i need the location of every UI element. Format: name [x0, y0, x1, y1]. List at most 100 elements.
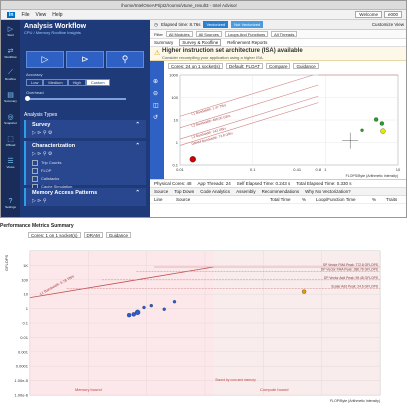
slider-handle[interactable] [25, 96, 30, 101]
col-loop-time[interactable]: Loop/Function Time [316, 197, 368, 202]
menu-bar: in File View Help Welcome e000 [1, 10, 406, 20]
side-tool-icon: ⊕ [153, 79, 158, 85]
check-flop[interactable]: FLOP [26, 167, 146, 175]
guidance-dropdown[interactable]: Guidance [293, 63, 319, 69]
data-point [162, 307, 166, 311]
filter-modules[interactable]: All Modules [165, 31, 193, 37]
accuracy-high[interactable]: High [67, 79, 86, 86]
source-grid-header: Line Source Total Time % Loop/Function T… [150, 196, 406, 204]
data-point [126, 313, 132, 318]
roofline-chart-top[interactable]: ⊕ ⊖ ◫ ↺ 1000 100 10 1 0.1 0.01 0.1 0.41 0.8 1 10 FLOPS/… [150, 61, 407, 179]
tab-summary[interactable]: Summary [154, 40, 173, 45]
tab-assembly[interactable]: Assembly [236, 189, 256, 194]
y-tick-label: 0.0001 [16, 364, 29, 369]
overhead-slider[interactable] [25, 96, 126, 101]
panel-survey[interactable]: Survey ⌃ ▷ ⊳ ⚲ ⚙ [24, 120, 146, 138]
col-traits[interactable]: Traits [386, 197, 397, 202]
panel-memory-access[interactable]: Memory Access Patterns ⌃ ▷ ⊳ ⚲ [24, 188, 146, 206]
col-total-time[interactable]: Total Time [270, 197, 298, 202]
physical-cores: Physical Cores: 48 [154, 181, 192, 186]
data-point [172, 300, 177, 304]
col-line[interactable]: Line [154, 197, 172, 202]
data-point [134, 309, 141, 315]
not-vectorized-tag[interactable]: Not Vectorized [231, 21, 264, 28]
check-callstacks[interactable]: Callstacks [26, 175, 146, 183]
rail-workflow[interactable]: ⇄ Workflow [1, 42, 20, 64]
panel-memory-access-actions[interactable]: ▷ ⊳ ⚲ [26, 198, 146, 206]
window-title: /home/IntelOneAPI/pt2/rooms/vtune_result… [121, 3, 238, 8]
filter-threads[interactable]: All Threads [271, 31, 298, 37]
compute-roof-label: Scalar Add Peak: 24.6 GFLOPS [331, 285, 379, 289]
command-line-button[interactable]: ⚲ [106, 51, 144, 68]
tab-why-no-vec[interactable]: Why No Vectorization? [305, 189, 351, 194]
vectorized-tag[interactable]: Vectorized [203, 21, 229, 28]
menu-file[interactable]: File [21, 12, 29, 18]
tab-refinement[interactable]: Refinement Reports [227, 40, 267, 45]
data-point [380, 128, 386, 134]
offload-icon: ⬚ [7, 136, 14, 143]
roofline-svg-top[interactable]: ⊕⊖◫↺10001001010.10.01 0.1 0.41 0.8 1 10FLOPS/… [150, 61, 407, 179]
x-tick-label: 0.1 [250, 167, 256, 172]
play-icon: ▷ [7, 26, 14, 33]
project-tab[interactable]: e000 [383, 11, 402, 18]
app-logo-icon: in [7, 11, 16, 18]
default-dropdown[interactable]: Default: FLOAT [226, 63, 263, 69]
workflow-subtitle: CPU / Memory Roofline Insights [24, 30, 81, 35]
x-tick-label: 0.01 [176, 167, 185, 172]
chevron-up-icon[interactable]: ⌃ [135, 190, 140, 196]
filter-loops[interactable]: Loops And Functions [224, 31, 269, 37]
y-tick-label: 0.001 [18, 349, 29, 354]
welcome-tab[interactable]: Welcome [355, 11, 382, 18]
filter-sources[interactable]: All Sources [195, 31, 222, 37]
col-pct[interactable]: % [302, 197, 312, 202]
side-tool-icon: ↺ [153, 114, 158, 121]
tab-survey-roofline[interactable]: Survey & Roofline [179, 39, 222, 46]
result-toolbar: ◷ Elapsed time: 8.76s Vectorized Not Vec… [150, 20, 406, 30]
x-tick-label: 10 [396, 167, 401, 172]
panel-characterization[interactable]: Characterization ⌃ ▷ ⊳ ⚲ ⚙ Trip Counts FL… [24, 141, 146, 189]
customize-view-button[interactable]: Customize View [372, 22, 404, 27]
panel-characterization-actions[interactable]: ▷ ⊳ ⚲ ⚙ [26, 151, 146, 159]
batch-run-button[interactable]: ⊳ [66, 51, 104, 68]
tab-source[interactable]: Source [154, 189, 168, 194]
rail-settings[interactable]: ? Settings [1, 192, 20, 214]
summary-icon: ▤ [7, 92, 14, 99]
chevron-up-icon[interactable]: ⌃ [135, 122, 140, 128]
panel-characterization-title: Characterization [32, 143, 76, 149]
y-tick-label: 1 [26, 306, 29, 311]
compare-dropdown[interactable]: Compare [265, 63, 291, 69]
rail-snapshot[interactable]: ◎ Snapshot [1, 108, 20, 130]
menu-help[interactable]: Help [52, 12, 62, 18]
rail-start[interactable]: ▷ Start [1, 20, 20, 42]
clock-icon: ◷ [154, 21, 158, 27]
side-tool-icon: ⊖ [153, 91, 158, 97]
tab-top-down[interactable]: Top Down [174, 189, 194, 194]
cores-dropdown[interactable]: Cores: 24 on 1 socket(s) [168, 63, 224, 69]
data-point [142, 305, 146, 310]
y-tick-label: 1.00e-5 [14, 378, 28, 383]
menu-view[interactable]: View [36, 12, 47, 18]
tab-code-analytics[interactable]: Code Analytics [200, 189, 230, 194]
col-pct2[interactable]: % [372, 197, 382, 202]
accuracy-medium[interactable]: Medium [43, 79, 68, 86]
perf-title: Performance Metrics Summary [0, 223, 74, 229]
chevron-up-icon[interactable]: ⌃ [135, 143, 140, 149]
roofline-svg-bottom[interactable]: 1K 100 10 1 0.1 0.01 0.001 0.0001 1.00e-5 1.00e-6… [0, 237, 407, 404]
memory-bound-label: Memory bound [75, 387, 102, 392]
tab-recommendations[interactable]: Recommendations [262, 189, 300, 194]
accuracy-custom[interactable]: Custom [85, 79, 110, 86]
rail-offload[interactable]: ⬚ Offload [1, 130, 20, 152]
panel-survey-actions[interactable]: ▷ ⊳ ⚲ ⚙ [26, 130, 146, 138]
views-icon: ☰ [7, 158, 14, 165]
rail-roofline[interactable]: ⟋ Roofline [1, 64, 20, 86]
isa-banner: ⚠ Higher instruction set architecture (I… [150, 47, 406, 61]
accuracy-selector: Low Medium High Custom [26, 79, 110, 86]
rail-views[interactable]: ☰ Views [1, 152, 20, 174]
accuracy-low[interactable]: Low [26, 79, 44, 86]
compute-roof-label: DP Vector FMA Peak: 386.76 GFLOPS [321, 267, 379, 271]
rail-summary[interactable]: ▤ Summary [1, 86, 20, 108]
warning-icon: ⚠ [154, 50, 161, 57]
run-button[interactable]: ▷ [26, 51, 64, 68]
check-trip-counts[interactable]: Trip Counts [26, 159, 146, 167]
col-source[interactable]: Source [176, 197, 266, 202]
